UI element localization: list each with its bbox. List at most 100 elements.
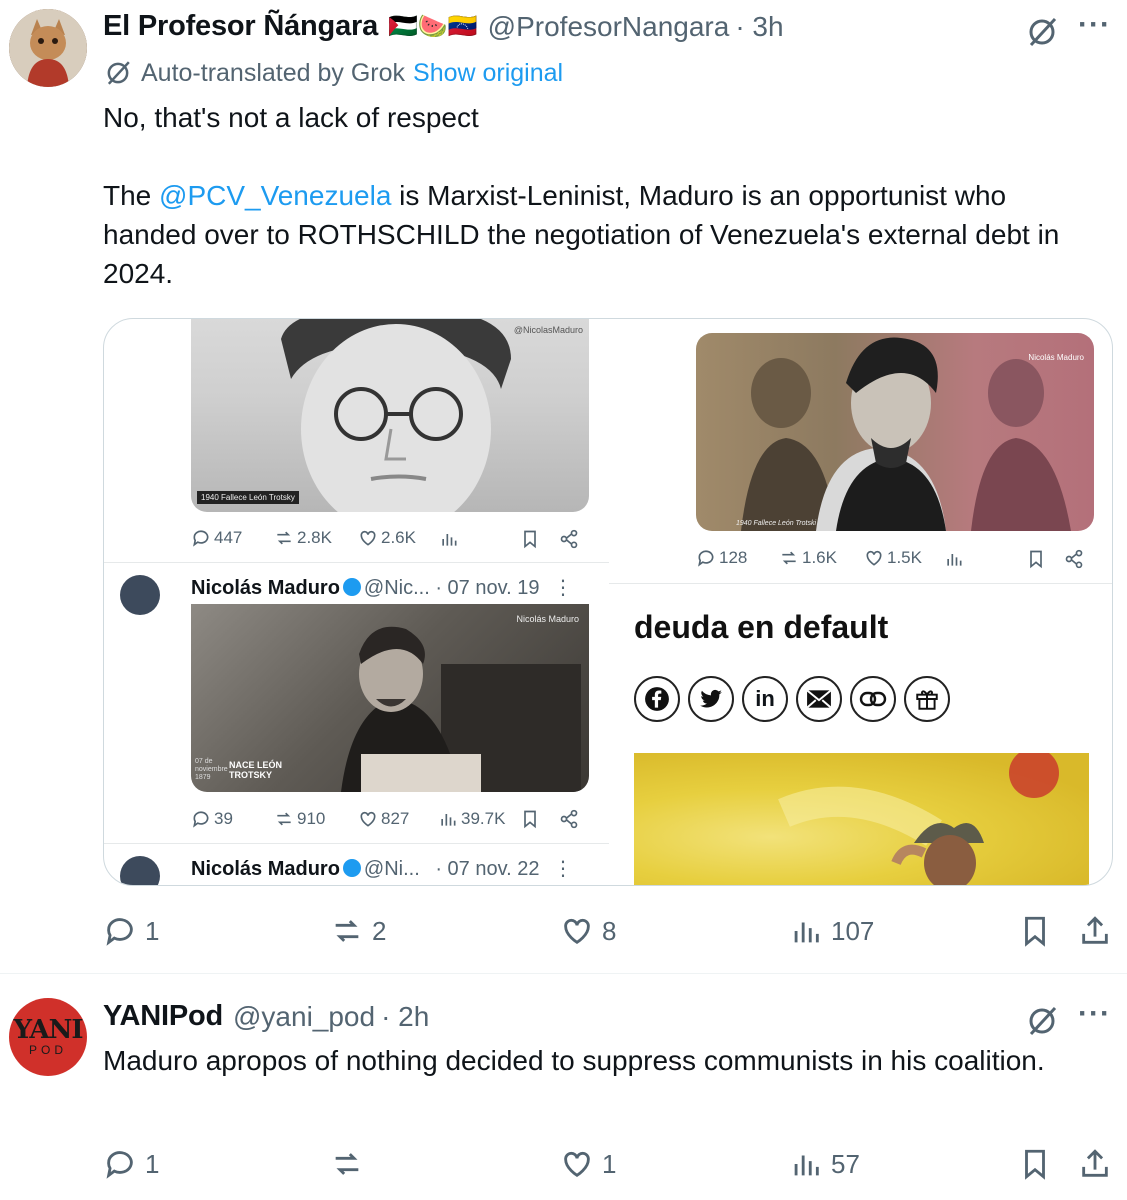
post-time[interactable]: · 2h [381, 1001, 429, 1033]
share-icon[interactable] [559, 529, 579, 549]
verified-badge-icon [342, 578, 361, 596]
divider [0, 973, 1127, 974]
more-options-icon[interactable]: ⋮ [553, 858, 573, 880]
reply-count[interactable]: 447 [191, 528, 242, 548]
image-caption: 1940 Fallece León Trotski [736, 520, 817, 527]
embedded-author-row[interactable]: Nicolás Maduro @Ni... · 07 nov. 22 ⋮ [191, 856, 573, 881]
repost-button[interactable] [330, 1147, 372, 1181]
reply-count[interactable]: 39 [191, 809, 233, 829]
share-icon[interactable] [559, 809, 579, 829]
reply-count: 1 [145, 1148, 160, 1179]
facebook-icon[interactable] [634, 676, 680, 722]
views-icon[interactable] [439, 529, 459, 549]
grok-icon [107, 61, 130, 85]
repost-count[interactable]: 2.8K [274, 528, 332, 548]
image-watermark: Nicolás Maduro [1028, 353, 1084, 362]
cat-portrait-icon [9, 9, 87, 87]
bookmark-icon[interactable] [1026, 549, 1046, 569]
more-options-icon[interactable]: ··· [1078, 8, 1111, 42]
attached-image[interactable]: @NicolasMaduro 1940 Fallece León Trotsky… [103, 318, 1113, 886]
author-name[interactable]: YANIPod [103, 1000, 223, 1033]
heart-icon [360, 530, 376, 546]
gift-icon[interactable] [904, 676, 950, 722]
tweet-text-line1: No, that's not a lack of respect [103, 102, 479, 133]
more-options-icon[interactable]: ⋮ [553, 577, 573, 599]
views-button[interactable]: 107 [789, 914, 874, 948]
link-icon[interactable] [850, 676, 896, 722]
repost-count: 2 [372, 915, 387, 946]
linkedin-icon[interactable]: in [742, 676, 788, 722]
verified-badge-icon [342, 859, 361, 877]
views-button[interactable]: 57 [789, 1147, 860, 1181]
rally-illustration [778, 753, 1059, 885]
repost-icon [335, 1153, 359, 1175]
repost-button[interactable]: 2 [330, 914, 386, 948]
repost-icon [335, 920, 359, 942]
twitter-icon[interactable] [688, 676, 734, 722]
tweet-text-prefix: The [103, 180, 160, 211]
reply-button[interactable]: 1 [103, 1147, 159, 1181]
view-count: 57 [831, 1148, 860, 1179]
author-handle[interactable]: @yani_pod [233, 1001, 375, 1033]
bookmark-icon[interactable] [520, 529, 540, 549]
like-count: 8 [602, 915, 617, 946]
share-icon[interactable] [1078, 914, 1112, 948]
trotsky-collage-image: Nicolás Maduro 1940 Fallece León Trotski [696, 333, 1094, 531]
trotsky-portrait-image: @NicolasMaduro 1940 Fallece León Trotsky [191, 319, 589, 512]
divider [104, 843, 609, 844]
like-count: 1 [602, 1148, 617, 1179]
reply-icon [193, 530, 209, 547]
repost-icon [277, 531, 291, 545]
grok-icon[interactable] [1024, 14, 1060, 50]
reply-icon [106, 918, 133, 946]
article-share-bar: in [634, 676, 950, 722]
heart-icon [564, 1151, 590, 1178]
bookmark-icon[interactable] [520, 809, 540, 829]
image-watermark: @NicolasMaduro [513, 325, 583, 335]
reply-icon [106, 1151, 133, 1179]
image-caption: 07 de noviembre 1879 NACE LEÓN TROTSKY [195, 758, 283, 781]
like-count[interactable]: 827 [358, 809, 409, 829]
share-icon[interactable] [1078, 1147, 1112, 1181]
flag-emojis: 🇵🇸🍉🇻🇪 [388, 13, 478, 40]
view-count[interactable]: 39.7K [438, 809, 505, 829]
author-name[interactable]: El Profesor Ñángara [103, 10, 378, 43]
repost-icon [277, 812, 291, 826]
heart-icon [866, 550, 882, 566]
reply-icon [698, 550, 714, 567]
post-time[interactable]: · 3h [735, 11, 783, 43]
avatar[interactable]: YANI POD [9, 998, 87, 1076]
repost-count[interactable]: 910 [274, 809, 325, 829]
author-handle[interactable]: @ProfesorNangara [488, 11, 730, 43]
mention-link[interactable]: @PCV_Venezuela [159, 180, 391, 211]
reply-button[interactable]: 1 [103, 914, 159, 948]
bookmark-icon[interactable] [1018, 914, 1052, 948]
embedded-author-row[interactable]: Nicolás Maduro @Nic... · 07 nov. 19 ⋮ [191, 575, 573, 600]
portrait-illustration [281, 319, 511, 512]
avatar[interactable] [9, 9, 87, 87]
avatar[interactable] [120, 856, 160, 885]
view-count: 107 [831, 915, 875, 946]
article-headline: deuda en default [634, 609, 889, 645]
views-icon[interactable] [944, 549, 964, 569]
grok-icon[interactable] [1024, 1003, 1060, 1039]
like-button[interactable]: 8 [560, 914, 616, 948]
heart-icon [564, 918, 590, 945]
image-caption: 1940 Fallece León Trotsky [197, 491, 299, 504]
collage-illustration [741, 337, 1071, 531]
like-count[interactable]: 1.5K [864, 548, 922, 568]
show-original-link[interactable]: Show original [413, 59, 563, 88]
email-icon[interactable] [796, 676, 842, 722]
bookmark-icon[interactable] [1018, 1147, 1052, 1181]
more-options-icon[interactable]: ··· [1078, 997, 1111, 1031]
reply-icon [193, 811, 209, 828]
like-button[interactable]: 1 [560, 1147, 616, 1181]
translation-label: Auto-translated by Grok [141, 58, 406, 87]
repost-count[interactable]: 1.6K [779, 548, 837, 568]
like-count[interactable]: 2.6K [358, 528, 416, 548]
avatar[interactable] [120, 575, 160, 615]
share-icon[interactable] [1064, 549, 1084, 569]
tweet-text: Maduro apropos of nothing decided to sup… [103, 1045, 1045, 1076]
reply-count[interactable]: 128 [696, 548, 747, 568]
image-watermark: Nicolás Maduro [516, 614, 579, 624]
